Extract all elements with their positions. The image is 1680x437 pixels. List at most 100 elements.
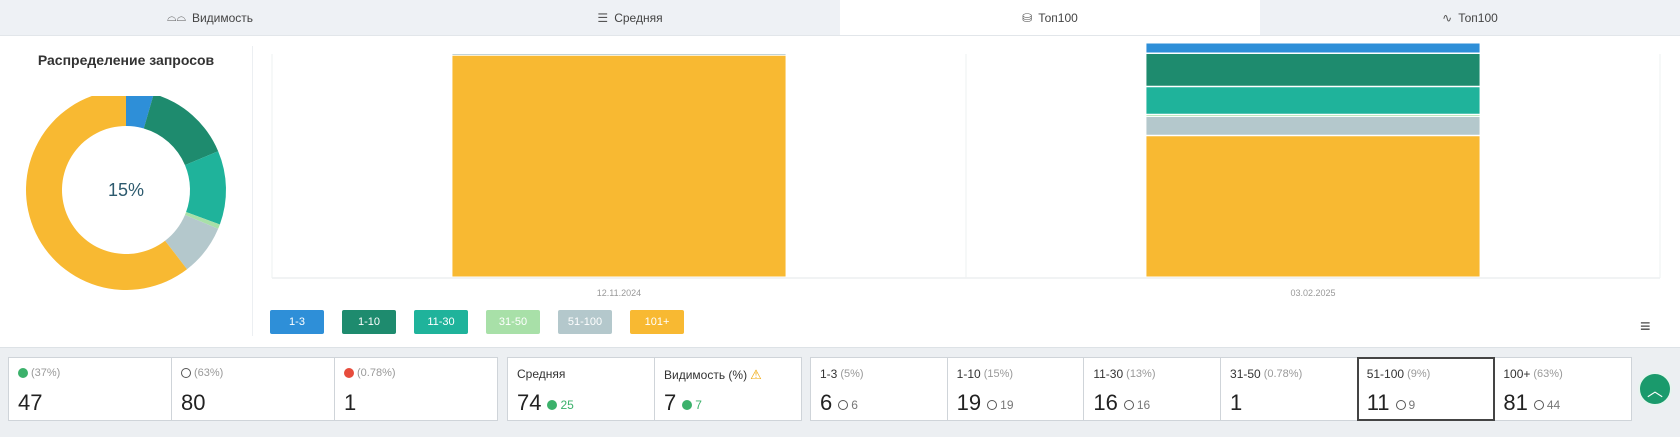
x-tick-label: 03.02.2025 <box>1290 288 1335 298</box>
stat-value: 7 <box>664 390 677 415</box>
tab-visibility[interactable]: ⌓⌓ Видимость <box>0 0 420 35</box>
stat-label: 1-3 <box>820 367 838 381</box>
stat-prev: 44 <box>1546 398 1561 412</box>
stat-range-100-plus[interactable]: 100+ (63%) 81 44 <box>1494 358 1631 420</box>
stat-label: Средняя <box>517 367 566 381</box>
stat-pct: (13%) <box>1126 368 1156 380</box>
tab-label: Средняя <box>614 10 663 25</box>
stat-value: 19 <box>956 390 982 415</box>
bar-segment-11-30-1[interactable] <box>1146 87 1480 114</box>
neutral-icon <box>181 368 191 378</box>
neutral-icon <box>1123 400 1134 410</box>
stat-pct: (0.78%) <box>357 367 396 379</box>
stat-value: 47 <box>18 390 43 415</box>
donut-panel: Распределение запросов 15% <box>0 36 252 348</box>
stat-prev: 6 <box>851 398 858 412</box>
stat-delta: 25 <box>560 398 574 412</box>
donut-center-label: 15% <box>108 180 144 200</box>
up-icon <box>547 400 558 410</box>
bar-segment-1-3-1[interactable] <box>1146 43 1480 53</box>
stat-up[interactable]: (37%) 47 <box>9 358 172 420</box>
legend-item-11-30[interactable]: 11-30 <box>414 310 468 334</box>
stat-delta: 7 <box>695 398 702 412</box>
stat-range-1-10[interactable]: 1-10 (15%) 19 19 <box>948 358 1085 420</box>
stat-visibility[interactable]: Видимость (%) ⚠ 7 7 <box>655 358 801 420</box>
stat-pct: (37%) <box>31 367 61 379</box>
bar-segment-51-100-0[interactable] <box>452 54 786 55</box>
stat-value: 80 <box>181 390 206 415</box>
stacked-bar-chart: 12.11.2024 03.02.2025 <box>271 43 1661 298</box>
donut-slice-1-10[interactable] <box>143 96 219 166</box>
donut-title: Распределение запросов <box>37 52 215 68</box>
stat-label: 11-30 <box>1093 367 1124 381</box>
list-icon: ☰ <box>597 10 609 25</box>
glasses-icon: ⌓⌓ <box>166 10 186 24</box>
stat-neutral[interactable]: (63%) 80 <box>172 358 335 420</box>
stat-value: 1 <box>344 390 357 415</box>
up-icon <box>682 400 693 410</box>
up-icon <box>18 368 28 378</box>
summary-group: Средняя 74 25 Видимость (%) ⚠ 7 7 <box>507 357 802 421</box>
tab-bar: ⌓⌓ Видимость ☰ Средняя ⛁ Топ100 ∿ Топ100 <box>0 0 1680 36</box>
bar-segment-51-100-1[interactable] <box>1146 117 1480 135</box>
stat-pct: (0.78%) <box>1263 368 1303 380</box>
stat-pct: (63%) <box>1533 368 1563 380</box>
stats-bar: (37%) 47 (63%) 80 (0.78%) 1 Средняя 74 25… <box>0 347 1680 437</box>
scroll-up-button[interactable]: ︿ <box>1638 372 1672 406</box>
stat-range-51-100[interactable]: 51-100 (9%) 11 9 <box>1356 357 1496 421</box>
stat-value: 11 <box>1366 390 1390 415</box>
tab-top100-trend[interactable]: ∿ Топ100 <box>1260 0 1680 35</box>
bar-segment-101+-1[interactable] <box>1146 136 1480 277</box>
neutral-icon <box>987 400 998 410</box>
warning-icon: ⚠ <box>750 367 762 382</box>
legend-item-31-50[interactable]: 31-50 <box>486 310 540 334</box>
neutral-icon <box>1533 400 1544 410</box>
ranges-group: 1-3 (5%) 66 1-10 (15%) 19 19 11-30 (13%) 16 1… <box>810 357 1632 421</box>
stat-label: 1-10 <box>956 367 981 381</box>
bar-segment-31-50-1[interactable] <box>1146 115 1480 117</box>
stat-label: Видимость (%) <box>664 368 748 382</box>
legend-item-1-10[interactable]: 1-10 <box>342 310 396 334</box>
legend-item-1-3[interactable]: 1-3 <box>270 310 324 334</box>
stat-down[interactable]: (0.78%) 1 <box>335 358 497 420</box>
neutral-icon <box>1395 400 1406 410</box>
down-icon <box>344 368 354 378</box>
stat-range-1-3[interactable]: 1-3 (5%) 6 6 <box>811 358 948 420</box>
stat-prev: 19 <box>1000 398 1014 412</box>
stat-range-31-50[interactable]: 31-50 (0.78%) 1 <box>1221 358 1358 420</box>
stat-label: 100+ <box>1503 367 1531 381</box>
legend-item-101-plus[interactable]: 101+ <box>630 310 684 334</box>
chevron-up-icon: ︿ <box>1646 383 1663 400</box>
divider <box>252 46 253 336</box>
stat-pct: (9%) <box>1407 368 1431 380</box>
stat-value: 74 <box>517 390 542 415</box>
tab-label: Топ100 <box>1458 10 1498 25</box>
tab-top100-distribution[interactable]: ⛁ Топ100 <box>840 0 1260 35</box>
stat-pct: (63%) <box>194 367 224 379</box>
hamburger-menu-icon[interactable]: ≡ <box>1640 317 1651 335</box>
x-tick-label: 12.11.2024 <box>597 288 641 298</box>
stat-value: 1 <box>1230 390 1243 415</box>
stat-pct: (5%) <box>840 368 864 380</box>
stat-value: 6 <box>820 390 833 415</box>
neutral-icon <box>838 400 849 410</box>
stat-prev: 16 <box>1136 398 1151 412</box>
stat-value: 16 <box>1093 390 1118 415</box>
stat-prev: 9 <box>1408 398 1416 412</box>
stat-label: 31-50 <box>1230 367 1261 381</box>
tab-average[interactable]: ☰ Средняя <box>420 0 840 35</box>
trend-icon: ∿ <box>1442 10 1453 25</box>
stat-label: 51-100 <box>1366 367 1405 381</box>
stat-range-11-30[interactable]: 11-30 (13%) 16 16 <box>1084 358 1222 420</box>
bar-segment-1-10-1[interactable] <box>1146 54 1480 86</box>
legend-item-51-100[interactable]: 51-100 <box>558 310 612 334</box>
database-icon: ⛁ <box>1022 10 1033 25</box>
tab-label: Видимость <box>191 10 254 25</box>
tab-label: Топ100 <box>1038 10 1078 25</box>
stat-pct: (15%) <box>983 368 1014 380</box>
stat-value: 81 <box>1503 390 1528 415</box>
bar-segment-101+-0[interactable] <box>452 55 786 277</box>
donut-chart: 15% <box>25 96 226 290</box>
stat-average[interactable]: Средняя 74 25 <box>508 358 655 420</box>
chart-legend: 1-3 1-10 11-30 31-50 51-100 101+ <box>270 310 684 334</box>
